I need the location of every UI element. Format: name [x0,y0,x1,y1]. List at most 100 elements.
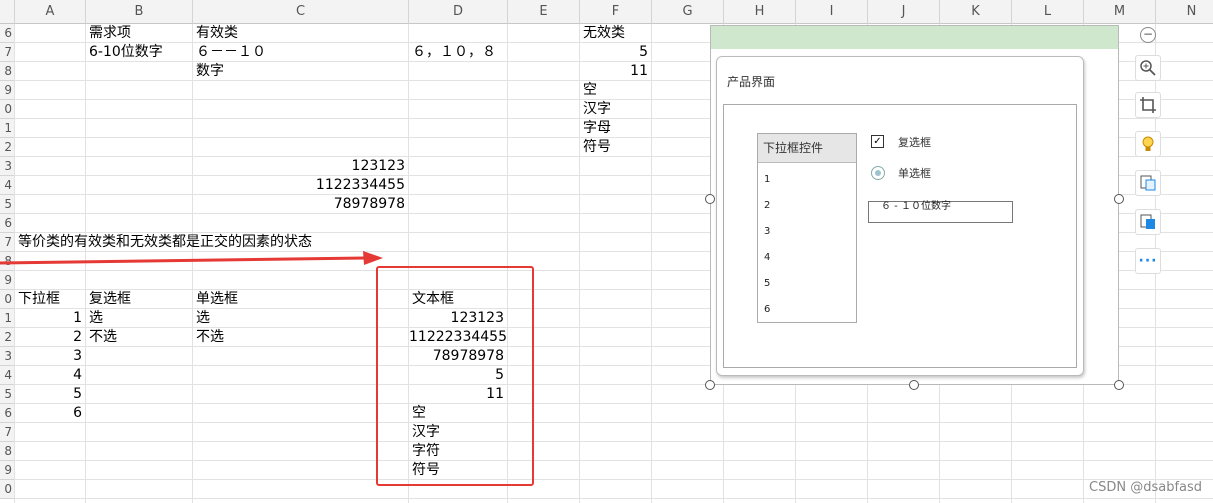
minus-icon[interactable]: − [1140,27,1156,43]
row-header[interactable]: 1 [0,309,15,328]
resize-handle-bottom[interactable] [909,380,919,390]
checkbox-label: 复选框 [898,136,931,149]
row-header[interactable]: 0 [0,290,15,309]
cell-a20[interactable]: 下拉框 [18,290,60,309]
row-header[interactable]: 0 [0,480,15,499]
row-header[interactable]: 7 [0,43,15,62]
dropdown-item: 1 [764,174,771,185]
red-arrow [0,251,383,265]
cell-c13[interactable]: 123123 [193,157,405,176]
column-header[interactable]: F [580,0,652,24]
row-header[interactable]: 6 [0,24,15,43]
row-header[interactable]: 6 [0,404,15,423]
bulb-icon[interactable] [1135,131,1161,157]
cell-f11[interactable]: 字母 [583,119,611,138]
row-header[interactable]: 9 [0,81,15,100]
cell-a21[interactable]: 1 [15,309,82,328]
watermark: CSDN @dsabfasd [1089,480,1203,495]
cell-a24[interactable]: 4 [15,366,82,385]
resize-handle-bottom-left[interactable] [705,380,715,390]
panel-title: 产品界面 [727,75,776,89]
column-header[interactable]: H [724,0,796,24]
grid-line [579,24,580,503]
grid-line [15,498,1213,499]
column-header[interactable]: K [940,0,1012,24]
cell-c20[interactable]: 单选框 [196,290,238,309]
column-header[interactable]: G [652,0,724,24]
column-header[interactable]: D [409,0,508,24]
resize-handle-right[interactable] [1114,194,1124,204]
row-header[interactable]: 4 [0,366,15,385]
row-header[interactable]: 3 [0,347,15,366]
column-header[interactable]: M [1084,0,1156,24]
cell-f12[interactable]: 符号 [583,138,611,157]
column-header[interactable]: C [193,0,409,24]
cell-c7[interactable]: ６－－１０ [196,43,266,62]
column-header[interactable]: I [796,0,868,24]
cell-b22[interactable]: 不选 [89,328,117,347]
cell-b21[interactable]: 选 [89,309,103,328]
highlight-box [376,266,534,486]
cell-a26[interactable]: 6 [15,404,82,423]
column-header[interactable]: B [86,0,193,24]
cell-f10[interactable]: 汉字 [583,100,611,119]
row-number: 7 [4,45,12,59]
cell-c15[interactable]: 78978978 [193,195,405,214]
cell-f9[interactable]: 空 [583,81,597,100]
image-edit-icon[interactable] [1135,209,1161,235]
row-header[interactable]: 2 [0,328,15,347]
cell-c14[interactable]: 1122334455 [193,176,405,195]
row-header[interactable]: 4 [0,176,15,195]
row-header[interactable]: 6 [0,214,15,233]
row-header[interactable]: 5 [0,385,15,404]
row-number: 3 [4,159,12,173]
row-number: 0 [4,102,12,116]
more-icon[interactable]: ··· [1135,248,1161,274]
row-header[interactable]: 8 [0,442,15,461]
grid-line [651,24,652,503]
row-header[interactable]: 3 [0,157,15,176]
dropdown-item: 4 [764,252,771,263]
row-header[interactable]: 7 [0,423,15,442]
column-header[interactable]: L [1012,0,1084,24]
row-header[interactable]: 1 [0,119,15,138]
resize-handle-left[interactable] [705,194,715,204]
row-number: 7 [4,425,12,439]
cell-b7[interactable]: 6-10位数字 [89,43,163,62]
cell-d7[interactable]: ６，１０，８ [412,43,496,62]
cell-c22[interactable]: 不选 [196,328,224,347]
column-header[interactable]: E [508,0,580,24]
row-number: 0 [4,292,12,306]
column-header[interactable]: A [15,0,86,24]
cell-c21[interactable]: 选 [196,309,210,328]
grid-line [15,479,1213,480]
row-header[interactable]: 0 [0,100,15,119]
select-all-corner[interactable] [0,0,15,24]
row-header[interactable]: 5 [0,195,15,214]
cell-a23[interactable]: 3 [15,347,82,366]
row-header[interactable]: 9 [0,461,15,480]
cell-a22[interactable]: 2 [15,328,82,347]
embedded-image[interactable]: 产品界面 下拉框控件 1 2 3 4 5 6 ✓ 复选框 单选框 ６ - １０位… [710,25,1119,385]
grid-line [15,422,1213,423]
cell-f7[interactable]: 5 [580,43,648,62]
column-header[interactable]: N [1156,0,1213,24]
row-header[interactable]: 2 [0,138,15,157]
cell-c6[interactable]: 有效类 [196,24,238,43]
cell-a25[interactable]: 5 [15,385,82,404]
cell-b6[interactable]: 需求项 [89,24,131,43]
grid-line [15,441,1213,442]
dropdown-item: 5 [764,278,771,289]
zoom-icon[interactable] [1135,55,1161,81]
grid-line [15,403,1213,404]
cell-f6[interactable]: 无效类 [583,24,625,43]
resize-handle-bottom-right[interactable] [1114,380,1124,390]
cell-f8[interactable]: 11 [580,62,648,81]
image-convert-icon[interactable] [1135,170,1161,196]
cell-c8[interactable]: 数字 [196,62,224,81]
crop-icon[interactable] [1135,92,1161,118]
row-header[interactable]: 8 [0,62,15,81]
dropdown-header: 下拉框控件 [758,134,856,163]
column-header[interactable]: J [868,0,940,24]
cell-b20[interactable]: 复选框 [89,290,131,309]
